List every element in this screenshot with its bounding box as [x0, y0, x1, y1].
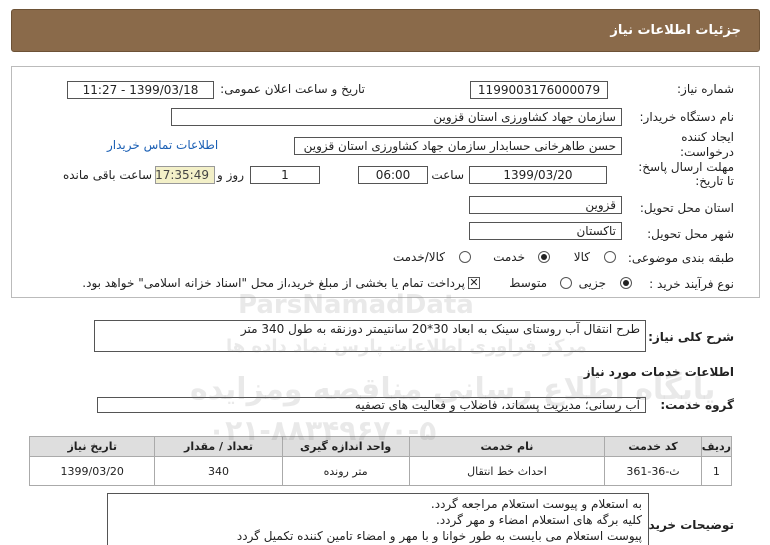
services-section-title: اطلاعات خدمات مورد نیاز	[583, 365, 734, 379]
cell-unit: متر رونده	[281, 456, 410, 486]
creator-label-line1: ایجاد کننده	[681, 130, 734, 144]
deadline-time-field[interactable]: 06:00	[358, 166, 428, 184]
cell-row: 1	[700, 456, 733, 486]
deadline-label-line2: تا تاریخ:	[695, 174, 734, 188]
cell-name: احداث خط انتقال	[408, 456, 606, 486]
announce-datetime-label: تاریخ و ساعت اعلان عمومی:	[220, 82, 365, 96]
remaining-days-field[interactable]: 1	[250, 166, 320, 184]
city-field[interactable]: تاکستان	[469, 222, 622, 240]
cell-date: 1399/03/20	[28, 456, 156, 486]
cell-qty: 340	[154, 456, 283, 486]
table-row: 1 ث-36-361 احداث خط انتقال متر رونده 340…	[28, 456, 733, 486]
summary-field: طرح انتقال آب روستای سینک به ابعاد 30*20…	[94, 320, 646, 352]
summary-label: شرح کلی نیاز:	[648, 330, 734, 344]
process-medium-label: متوسط	[509, 276, 547, 290]
category-label: طبقه بندی موضوعی:	[627, 251, 734, 265]
page-header: جزئیات اطلاعات نیاز	[11, 9, 760, 52]
buyer-org-label: نام دستگاه خریدار:	[639, 110, 735, 124]
creator-label-line2: درخواست:	[680, 145, 734, 159]
buyer-org-field[interactable]: سازمان جهاد کشاورزی استان قزوین	[171, 108, 622, 126]
category-service-label: خدمت	[493, 250, 525, 264]
deadline-label-line1: مهلت ارسال پاسخ:	[638, 160, 734, 174]
payment-treasury-checkbox[interactable]: ✕	[468, 277, 480, 289]
col-row: ردیف	[700, 436, 733, 457]
service-group-field: آب رسانی؛ مدیریت پسماند، فاضلاب و فعالیت…	[97, 397, 646, 413]
category-goods-radio[interactable]	[604, 251, 616, 263]
process-medium-radio[interactable]	[560, 277, 572, 289]
buyer-notes-field: به استعلام و پیوست استعلام مراجعه گردد. …	[107, 493, 649, 545]
creator-field[interactable]: حسن طاهرخانی حسابدار سازمان جهاد کشاورزی…	[294, 137, 622, 155]
city-label: شهر محل تحویل:	[647, 227, 734, 241]
category-goods-service-radio[interactable]	[459, 251, 471, 263]
days-label: روز و	[217, 168, 244, 182]
remaining-time-field: 17:35:49	[155, 166, 215, 184]
category-goods-label: کالا	[573, 250, 590, 264]
service-group-label: گروه خدمت:	[660, 398, 734, 412]
announce-datetime-field[interactable]: 1399/03/18 - 11:27	[67, 81, 214, 99]
need-number-field[interactable]: 1199003176000079	[470, 81, 608, 99]
process-minor-label: جزیی	[578, 276, 606, 290]
table-header-row: ردیف کد خدمت نام خدمت واحد اندازه گیری ت…	[28, 436, 733, 457]
buyer-note-line: کلیه برگه های استعلام امضاء و مهر گردد.	[436, 513, 642, 527]
process-minor-radio[interactable]	[620, 277, 632, 289]
col-unit: واحد اندازه گیری	[281, 436, 410, 457]
col-name: نام خدمت	[408, 436, 606, 457]
buyer-contact-link[interactable]: اطلاعات تماس خریدار	[107, 138, 218, 152]
col-code: کد خدمت	[604, 436, 702, 457]
buyer-note-line: به استعلام و پیوست استعلام مراجعه گردد.	[430, 497, 642, 511]
services-table: ردیف کد خدمت نام خدمت واحد اندازه گیری ت…	[28, 436, 733, 486]
category-goods-service-label: کالا/خدمت	[392, 250, 445, 264]
category-service-radio[interactable]	[538, 251, 550, 263]
col-date: تاریخ نیاز	[28, 436, 156, 457]
deadline-date-field[interactable]: 1399/03/20	[469, 166, 607, 184]
remaining-time-label: ساعت باقی مانده	[62, 168, 152, 182]
process-type-label: نوع فرآیند خرید :	[649, 277, 734, 291]
buyer-note-line: پیوست استعلام می بایست به طور خوانا و با…	[236, 529, 642, 543]
payment-treasury-note: پرداخت تمام یا بخشی از مبلغ خرید،از محل …	[82, 276, 465, 290]
province-label: استان محل تحویل:	[639, 201, 734, 215]
col-qty: تعداد / مقدار	[154, 436, 283, 457]
page-title: جزئیات اطلاعات نیاز	[610, 23, 741, 38]
cell-code: ث-36-361	[604, 456, 702, 486]
province-field[interactable]: قزوین	[469, 196, 622, 214]
need-number-label: شماره نیاز:	[677, 82, 734, 96]
deadline-time-label: ساعت	[431, 168, 464, 182]
